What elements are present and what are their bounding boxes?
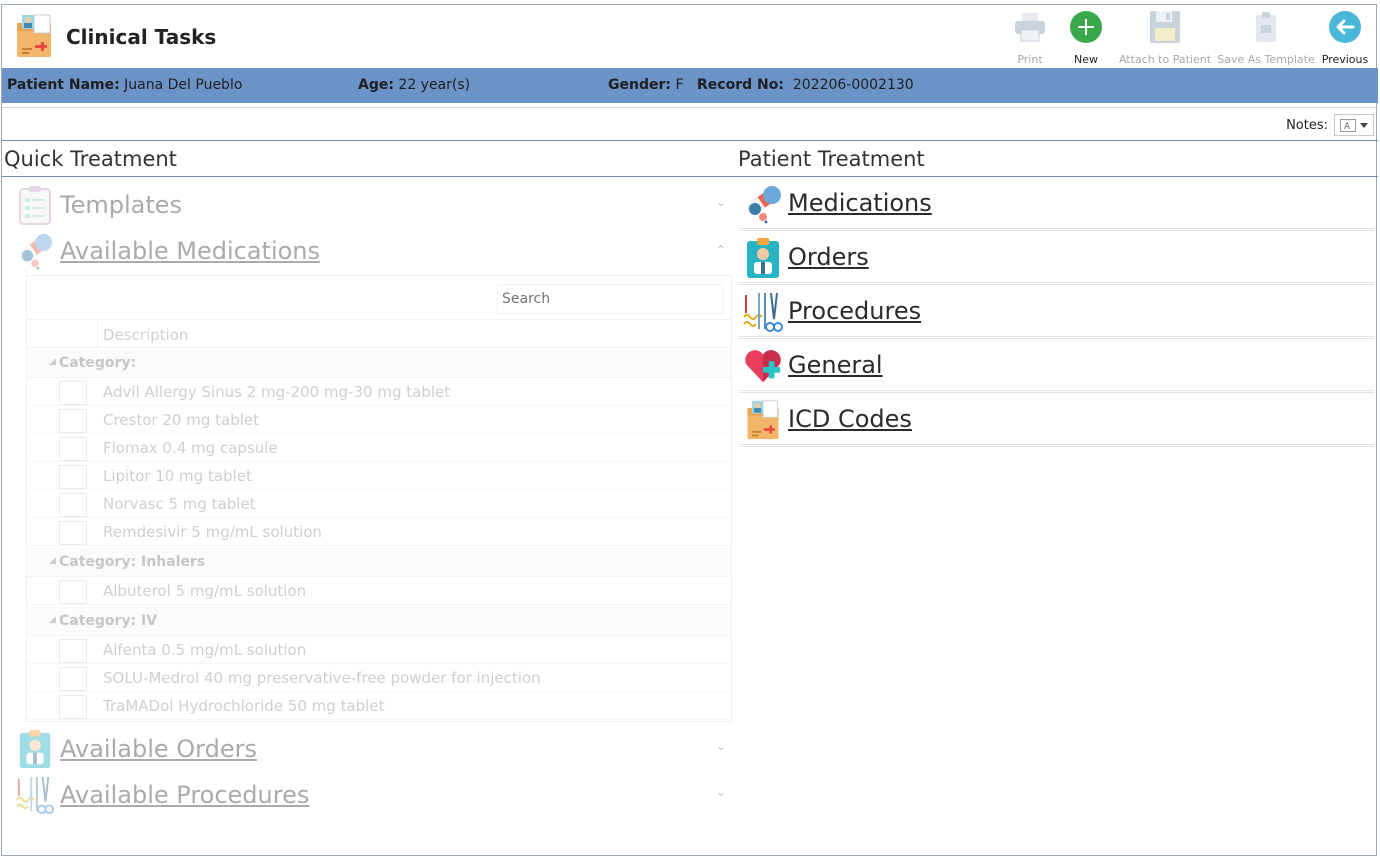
print-button[interactable]: Print xyxy=(1003,7,1057,67)
medication-row: Alfenta 0.5 mg/mL solution xyxy=(27,636,731,664)
medication-search-input[interactable] xyxy=(497,284,723,314)
collapse-arrow-icon: ◢ xyxy=(49,357,56,367)
plus-circle-icon xyxy=(1068,9,1104,45)
medication-row: SOLU-Medrol 40 mg preservative-free powd… xyxy=(27,664,731,692)
heart-plus-icon xyxy=(743,345,783,387)
medication-row: TraMADol Hydrochloride 50 mg tablet xyxy=(27,692,731,720)
notes-row: Notes: A xyxy=(2,107,1378,141)
clipboard-doctor-icon xyxy=(16,729,54,769)
chevron-up-icon: ⌃ xyxy=(715,243,726,257)
medication-checkbox[interactable] xyxy=(59,521,87,545)
medication-row: Albuterol 5 mg/mL solution xyxy=(27,577,731,605)
chevron-down-icon xyxy=(1360,122,1368,128)
clinical-tasks-window: Clinical Tasks Print New Attach to Patie… xyxy=(1,4,1378,857)
medication-row: Crestor 20 mg tablet xyxy=(27,406,731,434)
medication-row: Flomax 0.4 mg capsule xyxy=(27,434,731,462)
notes-label: Notes: xyxy=(1286,118,1328,133)
toolbar: Print New Attach to Patient Save As Temp… xyxy=(1003,7,1374,67)
notes-dropdown[interactable]: A xyxy=(1334,114,1374,136)
category-row[interactable]: ◢ Category: xyxy=(27,349,731,378)
patient-orders-link[interactable]: Orders xyxy=(739,233,1374,287)
arrow-left-circle-icon xyxy=(1327,9,1363,45)
medication-checkbox[interactable] xyxy=(59,639,87,663)
patient-treatment-panel: Medications Orders Procedures General IC… xyxy=(739,177,1375,457)
patient-medications-link[interactable]: Medications xyxy=(739,179,1374,233)
printer-icon xyxy=(1012,9,1048,45)
new-button[interactable]: New xyxy=(1058,7,1114,67)
description-column-header[interactable]: Description xyxy=(103,326,188,344)
available-medications-header[interactable]: Available Medications ⌃ xyxy=(16,229,732,269)
medication-checkbox[interactable] xyxy=(59,493,87,517)
svg-text:A: A xyxy=(1344,122,1351,132)
surgical-tools-icon xyxy=(16,775,54,815)
collapse-arrow-icon: ◢ xyxy=(49,556,56,566)
templates-header[interactable]: Templates ⌄ xyxy=(16,183,732,223)
patient-info-bar: Patient Name: Juana Del Pueblo Age: 22 y… xyxy=(2,68,1378,103)
collapse-arrow-icon: ◢ xyxy=(49,615,56,625)
medication-checkbox[interactable] xyxy=(59,580,87,604)
clipboard-doctor-icon xyxy=(743,237,783,279)
grid-search-row xyxy=(27,276,731,320)
save-as-template-button[interactable]: Save As Template xyxy=(1216,7,1316,67)
quick-treatment-title: Quick Treatment xyxy=(4,147,177,171)
page-title: Clinical Tasks xyxy=(66,25,217,49)
previous-button[interactable]: Previous xyxy=(1316,7,1374,67)
patient-general-link[interactable]: General xyxy=(739,341,1374,395)
pills-icon xyxy=(743,183,783,225)
chevron-down-icon: ⌄ xyxy=(715,739,726,753)
medication-row: Norvasc 5 mg tablet xyxy=(27,490,731,518)
available-procedures-header[interactable]: Available Procedures ⌄ xyxy=(16,773,732,813)
medical-folder-icon xyxy=(743,399,783,441)
medication-row: Advil Allergy Sinus 2 mg-200 mg-30 mg ta… xyxy=(27,378,731,406)
patient-name-field: Patient Name: Juana Del Pueblo xyxy=(7,77,243,93)
medication-checkbox[interactable] xyxy=(59,381,87,405)
medication-checkbox[interactable] xyxy=(59,437,87,461)
note-text-icon: A xyxy=(1340,118,1356,132)
patient-icd-codes-link[interactable]: ICD Codes xyxy=(739,395,1374,449)
surgical-tools-icon xyxy=(743,291,783,333)
patient-procedures-link[interactable]: Procedures xyxy=(739,287,1374,341)
chevron-down-icon: ⌄ xyxy=(715,785,726,799)
available-medications-grid: Description ◢ Category: Advil Allergy Si… xyxy=(26,275,732,722)
pills-icon xyxy=(16,231,54,271)
floppy-disk-icon xyxy=(1147,9,1183,45)
patient-record-field: Record No: 202206-0002130 xyxy=(697,77,914,93)
patient-gender-field: Gender: F xyxy=(608,77,684,93)
template-icon xyxy=(16,185,54,225)
grid-column-header: Description xyxy=(27,320,731,348)
chevron-down-icon: ⌄ xyxy=(715,195,726,209)
medical-folder-icon xyxy=(14,13,54,59)
medication-checkbox[interactable] xyxy=(59,695,87,719)
category-row[interactable]: ◢ Category: IV xyxy=(27,607,731,636)
medication-row: Lipitor 10 mg tablet xyxy=(27,462,731,490)
medication-row: Remdesivir 5 mg/mL solution xyxy=(27,518,731,546)
app-header: Clinical Tasks Print New Attach to Patie… xyxy=(2,5,1378,68)
category-row[interactable]: ◢ Category: Inhalers xyxy=(27,548,731,577)
medication-checkbox[interactable] xyxy=(59,465,87,489)
attach-to-patient-button[interactable]: Attach to Patient xyxy=(1114,7,1216,67)
medication-checkbox[interactable] xyxy=(59,667,87,691)
patient-age-field: Age: 22 year(s) xyxy=(358,77,471,93)
quick-treatment-panel: Templates ⌄ Available Medications ⌃ Desc… xyxy=(2,177,735,857)
clipboard-icon xyxy=(1248,9,1284,45)
patient-treatment-title: Patient Treatment xyxy=(738,147,925,171)
available-orders-header[interactable]: Available Orders ⌄ xyxy=(16,727,732,767)
medication-checkbox[interactable] xyxy=(59,409,87,433)
